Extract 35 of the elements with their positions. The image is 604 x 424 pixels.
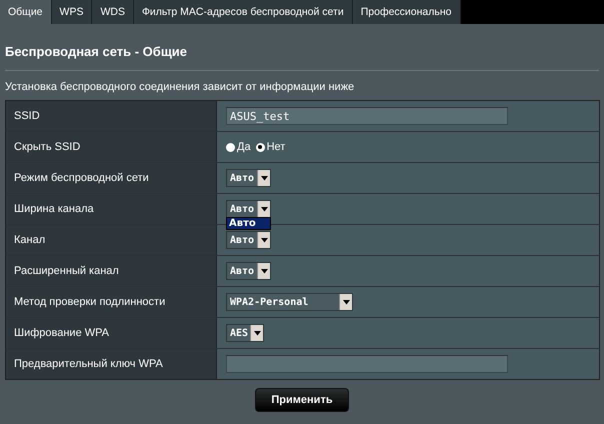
input-field[interactable] (226, 355, 508, 373)
caret-icon (257, 232, 270, 248)
apply-button[interactable]: Применить (255, 388, 349, 412)
field-label: Канал (6, 225, 217, 255)
caret-icon (250, 325, 263, 341)
field-label: Метод проверки подлинности (6, 287, 217, 317)
dropdown[interactable]: AES (226, 324, 264, 342)
dropdown[interactable]: WPA2-Personal (226, 293, 353, 311)
dropdown[interactable]: Авто (226, 231, 271, 249)
field-label: Расширенный канал (6, 256, 217, 286)
tab[interactable]: Профессионально (352, 0, 461, 24)
tab[interactable]: WDS (92, 0, 134, 24)
radio-label: Да (237, 141, 251, 153)
section-title: Беспроводная сеть - Общие (5, 43, 188, 61)
radio-button[interactable] (256, 142, 265, 152)
field-label: Шифрование WPA (6, 318, 217, 348)
dropdown[interactable]: Авто (226, 200, 271, 218)
tab[interactable]: Фильтр MAC-адресов беспроводной сети (134, 0, 353, 24)
description-text: Установка беспроводного соединения зависит от информации ниже (5, 81, 356, 93)
field-label: Предварительный ключ WPA (6, 349, 217, 379)
input-field[interactable]: ASUS_test (226, 107, 508, 125)
tab[interactable]: WPS (52, 0, 92, 24)
dropdown-option[interactable]: Авто (227, 218, 270, 229)
caret-icon (257, 170, 270, 186)
caret-icon (339, 294, 352, 310)
field-label: SSID (6, 101, 217, 131)
dropdown[interactable]: Авто (226, 169, 271, 187)
radio-label: Нет (266, 141, 286, 153)
field-label: Режим беспроводной сети (6, 163, 217, 193)
radio-button[interactable] (226, 142, 235, 152)
field-label: Ширина канала (6, 194, 217, 224)
tab[interactable]: Общие (0, 0, 52, 24)
dropdown[interactable]: Авто (226, 262, 271, 280)
caret-icon (257, 263, 270, 279)
field-label: Скрыть SSID (6, 132, 217, 162)
